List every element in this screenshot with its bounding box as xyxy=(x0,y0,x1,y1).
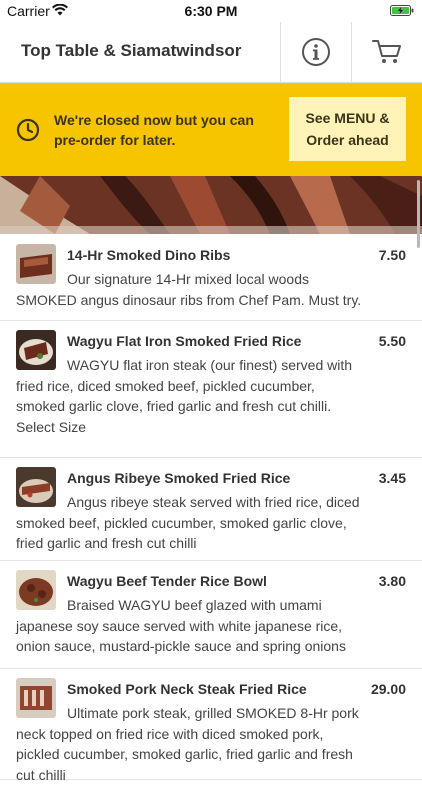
item-price: 29.00 xyxy=(370,681,406,697)
status-time: 6:30 PM xyxy=(184,3,238,19)
status-bar: Carrier 6:30 PM xyxy=(0,0,422,22)
item-description: WAGYU flat iron steak (our finest) serve… xyxy=(16,357,353,435)
item-price: 5.50 xyxy=(378,333,406,349)
cart-icon xyxy=(372,40,401,63)
info-button[interactable] xyxy=(281,22,351,82)
info-icon xyxy=(302,38,330,66)
store-title: Top Table & Siamatwindsor xyxy=(21,41,242,60)
item-name: Wagyu Beef Tender Rice Bowl xyxy=(67,573,267,589)
menu-item[interactable]: 14-Hr Smoked Dino Ribs 7.50 Our signatur… xyxy=(0,235,422,321)
scrollbar[interactable] xyxy=(417,180,420,248)
see-menu-order-button[interactable]: See MENU & Order ahead xyxy=(289,97,406,161)
clock-icon xyxy=(16,118,40,142)
item-price: 3.45 xyxy=(378,470,406,486)
battery-icon xyxy=(390,5,414,16)
menu-item[interactable]: Wagyu Flat Iron Smoked Fried Rice 5.50 W… xyxy=(0,321,422,458)
item-name: Angus Ribeye Smoked Fried Rice xyxy=(67,470,291,486)
cart-button[interactable] xyxy=(352,22,422,82)
menu-item[interactable]: Smoked Pork Neck Steak Fried Rice 29.00 … xyxy=(0,669,422,783)
item-description: Ultimate pork steak, grilled SMOKED 8-Hr… xyxy=(16,705,359,783)
item-price: 3.80 xyxy=(378,573,406,589)
hero-image xyxy=(0,176,422,234)
menu-item[interactable]: Angus Ribeye Smoked Fried Rice 3.45 Angu… xyxy=(0,458,422,561)
closed-banner: We're closed now but you can pre-order f… xyxy=(0,83,422,176)
item-price: 7.50 xyxy=(378,247,406,263)
item-description: Angus ribeye steak served with fried ric… xyxy=(16,494,360,551)
menu-list: 14-Hr Smoked Dino Ribs 7.50 Our signatur… xyxy=(0,235,422,783)
item-description: Our signature 14-Hr mixed local woods SM… xyxy=(16,271,362,308)
app-header: Top Table & Siamatwindsor xyxy=(0,22,422,83)
menu-item[interactable]: Wagyu Beef Tender Rice Bowl 3.80 Braised… xyxy=(0,561,422,669)
item-name: Wagyu Flat Iron Smoked Fried Rice xyxy=(67,333,302,349)
item-name: 14-Hr Smoked Dino Ribs xyxy=(67,247,231,263)
item-name: Smoked Pork Neck Steak Fried Rice xyxy=(67,681,307,697)
item-description: Braised WAGYU beef glazed with umami jap… xyxy=(16,597,346,654)
closed-message: We're closed now but you can pre-order f… xyxy=(54,112,254,148)
